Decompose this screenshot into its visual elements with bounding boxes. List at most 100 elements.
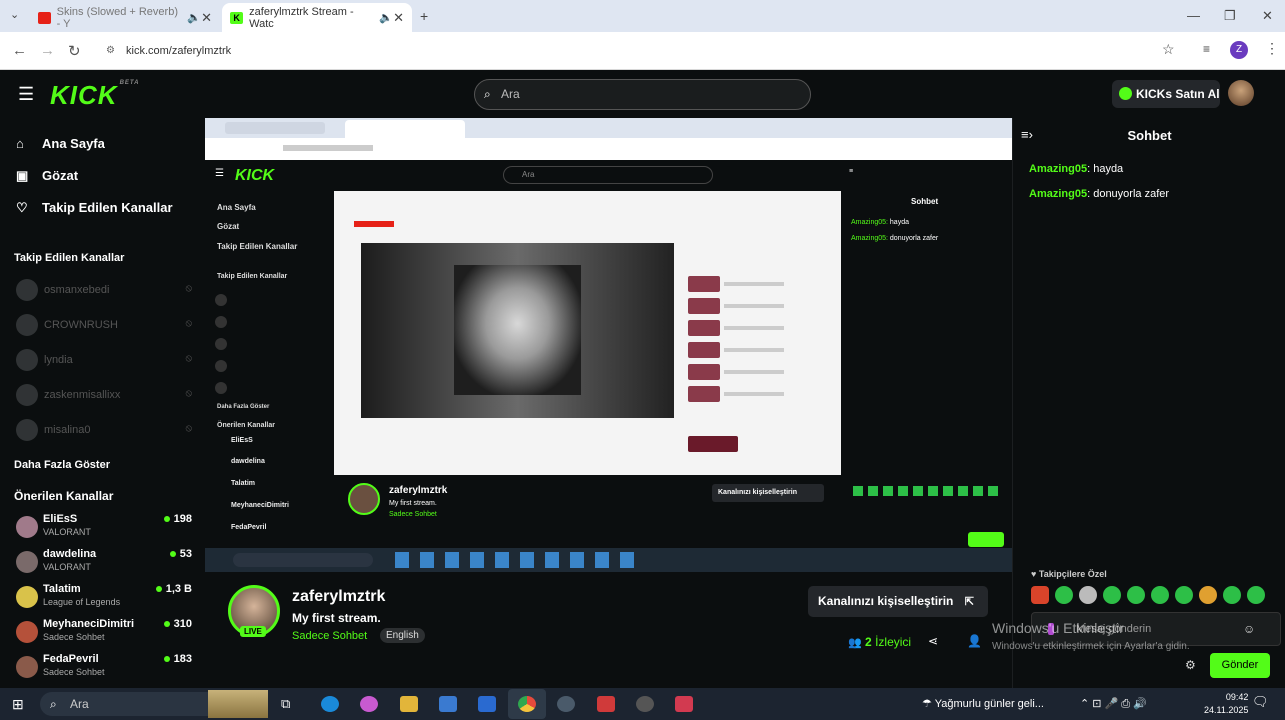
emote-icon[interactable] — [1031, 586, 1049, 604]
followed-channel[interactable]: CROWNRUSH ⦸ — [14, 312, 194, 340]
store-icon[interactable] — [439, 696, 457, 712]
obs-icon[interactable] — [636, 696, 654, 712]
kick-logo[interactable]: KICK BETA — [50, 80, 139, 111]
mail-icon[interactable] — [478, 696, 496, 712]
bookmark-star-icon[interactable]: ☆ — [1162, 41, 1175, 58]
new-tab-button[interactable]: + — [420, 8, 428, 24]
send-button[interactable]: Gönder — [1210, 653, 1270, 678]
followed-channel[interactable]: lyndia ⦸ — [14, 347, 194, 375]
share-icon[interactable]: ⋖ — [928, 634, 938, 648]
recommended-channel[interactable]: MeyhaneciDimitri Sadece Sohbet 310 — [14, 618, 194, 650]
back-button[interactable]: ← — [12, 42, 27, 59]
captured-thumbnail-text — [724, 304, 784, 308]
file-explorer-icon[interactable] — [400, 696, 418, 712]
followed-channel[interactable]: misalina0 ⦸ — [14, 417, 194, 445]
speaker-icon[interactable]: 🔈 — [187, 11, 201, 24]
minimize-button[interactable]: — — [1187, 8, 1200, 23]
emote-icon[interactable] — [1127, 586, 1145, 604]
stream-title: My first stream. — [292, 611, 381, 625]
browser-menu-icon[interactable]: ⋮ — [1265, 40, 1279, 57]
channel-name: CROWNRUSH — [44, 319, 118, 331]
url-input[interactable]: ⚙ kick.com/zaferylmztrk — [104, 38, 1184, 64]
edge-icon[interactable] — [321, 696, 339, 712]
heart-icon: ♥ — [1031, 569, 1039, 579]
maximize-button[interactable]: ❐ — [1224, 8, 1236, 24]
tab-search-icon[interactable]: ⌄ — [10, 8, 19, 21]
recommended-channel[interactable]: Talatim League of Legends 1,3 B — [14, 583, 194, 615]
recommended-channel[interactable]: EliEsS VALORANT 198 — [14, 513, 194, 545]
emote-icon[interactable] — [1247, 586, 1265, 604]
steam-icon[interactable] — [557, 696, 575, 712]
captured-thumbnail — [688, 276, 720, 292]
channel-name: dawdelina — [43, 548, 97, 560]
buy-kicks-button[interactable]: KICKs Satın Al — [1112, 80, 1220, 108]
app-pocket-icon[interactable] — [675, 696, 693, 712]
streamer-name[interactable]: zaferylmztrk — [292, 588, 385, 606]
sidebar-item-following[interactable]: ♡ Takip Edilen Kanallar — [16, 200, 173, 216]
captured-thumbnail-text — [724, 326, 784, 330]
forward-button[interactable]: → — [40, 42, 55, 59]
avatar — [16, 551, 38, 573]
emote-icon[interactable] — [1223, 586, 1241, 604]
recommended-channel[interactable]: dawdelina VALORANT 53 — [14, 548, 194, 580]
live-badge: LIVE — [240, 626, 266, 637]
chat-username[interactable]: Amazing05 — [1029, 163, 1087, 175]
emote-icon[interactable] — [1175, 586, 1193, 604]
sidebar-item-home[interactable]: ⌂ Ana Sayfa — [16, 136, 105, 151]
task-view-icon[interactable]: ⧉ — [281, 696, 299, 712]
captured-youtube-window — [334, 191, 841, 475]
users-icon: 👥 — [848, 637, 862, 649]
followed-channel[interactable]: osmanxebedi ⦸ — [14, 277, 194, 305]
weather-widget[interactable]: ☂ Yağmurlu günler geli... — [922, 697, 1044, 710]
search-input[interactable]: ⌕ Ara — [474, 79, 811, 110]
window-close-button[interactable]: ✕ — [1262, 8, 1273, 24]
app-red-icon[interactable] — [597, 696, 615, 712]
show-more-link[interactable]: Daha Fazla Göster — [14, 459, 110, 471]
media-control-icon[interactable]: ≡ — [1203, 42, 1210, 56]
captured-streamer-avatar — [348, 483, 380, 515]
gear-icon[interactable]: ⚙ — [1185, 658, 1196, 672]
hamburger-menu-icon[interactable]: ☰ — [18, 84, 34, 105]
avatar — [16, 279, 38, 301]
language-tag[interactable]: English — [380, 628, 425, 643]
emote-icon[interactable] — [1079, 586, 1097, 604]
sidebar-item-browse[interactable]: ▣ Gözat — [16, 168, 78, 184]
tray-icons[interactable]: ⌃ ⊡ 🎤 ⎙ 🔊 — [1080, 697, 1147, 711]
close-icon[interactable]: ✕ — [393, 10, 404, 26]
tab-youtube[interactable]: Skins (Slowed + Reverb) - Y 🔈 ✕ — [30, 3, 220, 32]
add-user-icon[interactable]: 👤 — [967, 634, 982, 648]
followed-channel[interactable]: zaskenmisallixx ⦸ — [14, 382, 194, 410]
customize-channel-button[interactable]: Kanalınızı kişiselleştirin ⇱ — [808, 586, 988, 617]
live-dot-icon — [163, 656, 170, 663]
windows-activation-subtitle: Windows'u etkinleştirmek için Ayarlar'a … — [992, 641, 1190, 652]
copilot-icon[interactable] — [360, 696, 378, 712]
url-text: kick.com/zaferylmztrk — [126, 45, 232, 57]
captured-emote-row — [853, 486, 1003, 496]
logo-badge: BETA — [119, 80, 140, 86]
emote-icon[interactable] — [1103, 586, 1121, 604]
emote-icon[interactable] — [1151, 586, 1169, 604]
site-info-icon[interactable]: ⚙ — [106, 38, 115, 64]
chrome-icon[interactable] — [518, 696, 536, 712]
reload-button[interactable]: ↻ — [68, 42, 81, 60]
recommended-channel[interactable]: FedaPevril Sadece Sohbet 183 — [14, 653, 194, 685]
emoji-icon[interactable]: ☺ — [1243, 622, 1255, 636]
captured-channel: MeyhaneciDimitri — [231, 502, 289, 509]
close-icon[interactable]: ✕ — [201, 10, 212, 26]
emote-icon[interactable] — [1199, 586, 1217, 604]
emote-icon[interactable] — [1055, 586, 1073, 604]
captured-youtube-logo — [354, 221, 394, 227]
user-avatar[interactable] — [1228, 80, 1254, 106]
chat-username[interactable]: Amazing05 — [1029, 188, 1087, 200]
taskbar-clock[interactable]: 09:42 24.11.2025 — [1204, 691, 1248, 717]
video-player[interactable]: ☰ KICK Ara KICKs Satın Al Ana Sayfa Göza… — [205, 118, 1012, 572]
notification-icon[interactable]: 🗨 — [1252, 694, 1269, 710]
captured-channel: FedaPevril — [231, 524, 267, 531]
offline-icon: ⦸ — [185, 283, 192, 294]
profile-avatar[interactable]: Z — [1230, 41, 1248, 59]
stream-category[interactable]: Sadece Sohbet — [292, 630, 367, 642]
captured-thumbnail — [688, 364, 720, 380]
windows-start-icon[interactable]: ⊞ — [12, 696, 24, 713]
tab-kick[interactable]: K zaferylmztrk Stream - Watc 🔈 ✕ — [222, 3, 412, 32]
speaker-icon[interactable]: 🔈 — [379, 11, 393, 24]
